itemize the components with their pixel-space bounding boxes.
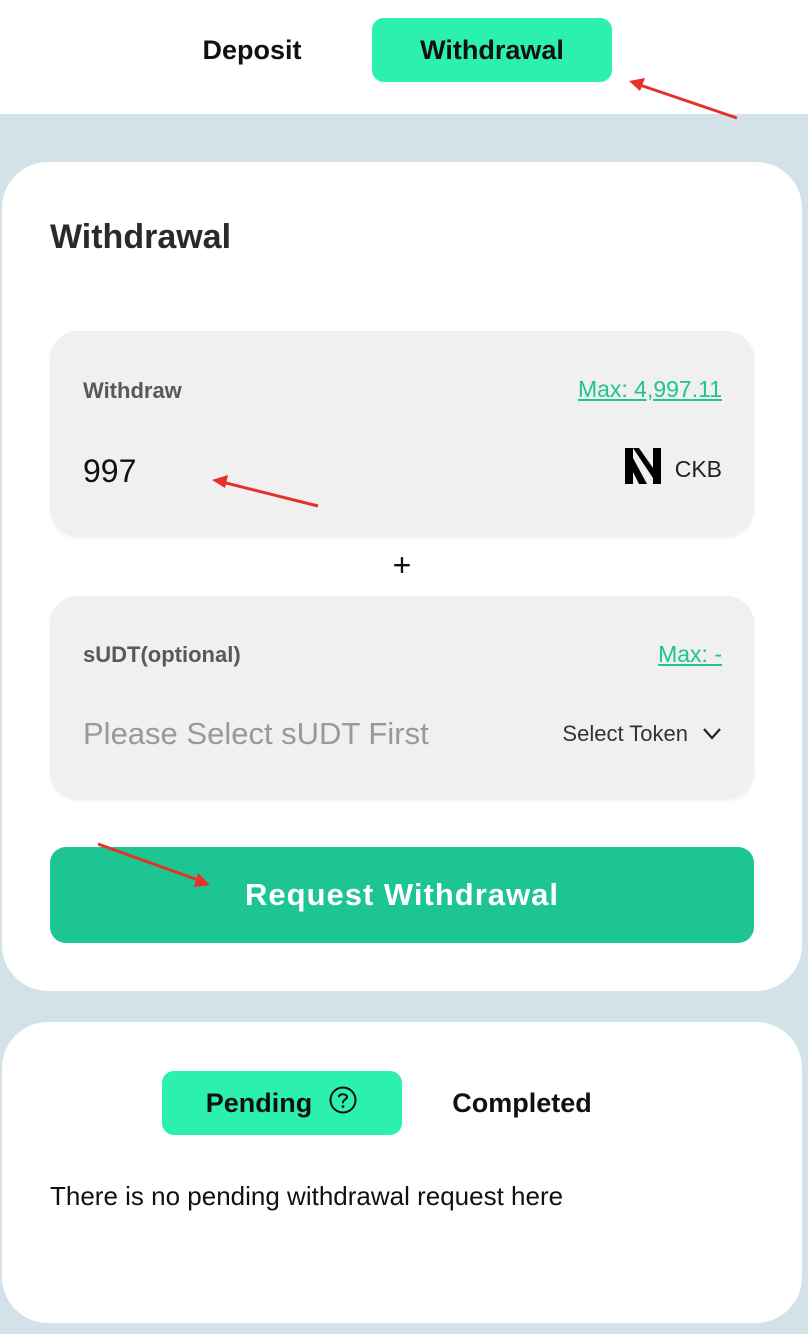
nervos-logo-icon bbox=[624, 448, 661, 490]
empty-state-message: There is no pending withdrawal request h… bbox=[50, 1181, 564, 1211]
sudt-panel: sUDT(optional) Max: - Select Token bbox=[50, 596, 754, 799]
withdrawal-card-title: Withdrawal bbox=[50, 218, 232, 256]
request-withdrawal-button[interactable]: Request Withdrawal bbox=[50, 847, 754, 943]
plus-icon: + bbox=[392, 547, 412, 583]
withdraw-amount-input[interactable] bbox=[83, 449, 483, 493]
sudt-amount-input[interactable] bbox=[83, 712, 503, 756]
tab-completed[interactable]: Completed bbox=[402, 1071, 642, 1135]
withdraw-label: Withdraw bbox=[83, 378, 182, 403]
tab-pending[interactable]: Pending bbox=[162, 1071, 402, 1135]
withdraw-panel: Withdraw Max: 4,997.11 CKB bbox=[50, 331, 754, 536]
withdraw-max-link[interactable]: Max: 4,997.11 bbox=[578, 376, 722, 403]
withdrawal-history-card bbox=[2, 1022, 802, 1323]
token-symbol: CKB bbox=[674, 455, 722, 482]
top-tab-bar: Deposit Withdrawal bbox=[0, 0, 808, 114]
help-circle-icon[interactable] bbox=[328, 1085, 358, 1122]
sudt-label: sUDT(optional) bbox=[83, 642, 241, 667]
select-token-label: Select Token bbox=[562, 721, 688, 746]
token-ckb: CKB bbox=[624, 448, 722, 490]
sudt-max-link[interactable]: Max: - bbox=[658, 641, 722, 668]
chevron-down-icon bbox=[702, 721, 722, 747]
tab-withdrawal[interactable]: Withdrawal bbox=[372, 18, 612, 82]
select-token-dropdown[interactable]: Select Token bbox=[562, 717, 722, 751]
tab-deposit[interactable]: Deposit bbox=[132, 18, 372, 82]
tab-pending-label: Pending bbox=[205, 1087, 313, 1118]
